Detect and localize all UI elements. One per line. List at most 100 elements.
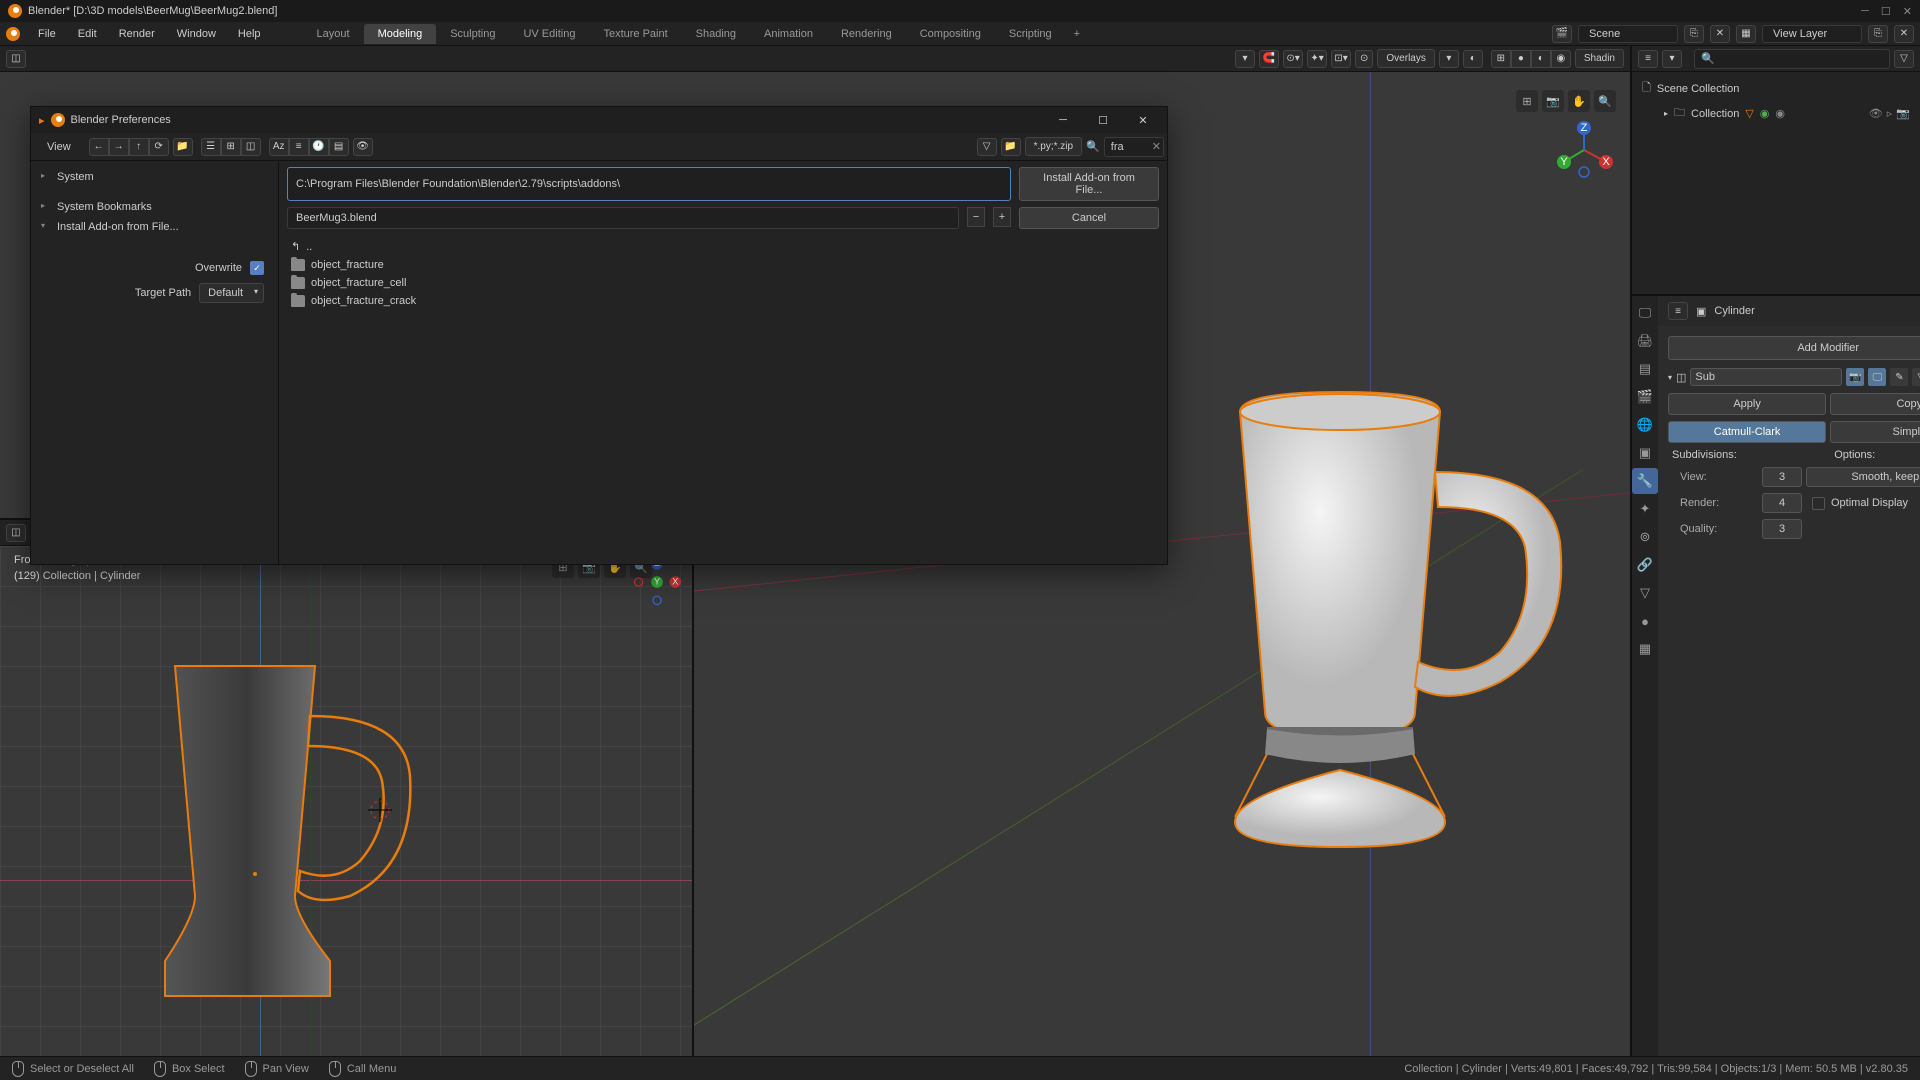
outliner-display-icon[interactable]: ▾ (1662, 50, 1682, 68)
tab-uv[interactable]: UV Editing (509, 24, 589, 44)
chevron-down-icon[interactable]: ▾ (1668, 373, 1672, 382)
render-icon[interactable]: 📷 (1896, 107, 1910, 120)
fd-display-grid-icon[interactable]: ⊞ (221, 138, 241, 156)
scene-icon[interactable]: 🎬 (1552, 25, 1572, 43)
fd-tree-system[interactable]: System (37, 167, 272, 187)
prop-tab-physics[interactable]: ⊚ (1632, 524, 1658, 550)
maximize-button[interactable]: ☐ (1881, 5, 1891, 18)
menu-help[interactable]: Help (228, 25, 271, 43)
menu-window[interactable]: Window (167, 25, 226, 43)
prop-tab-scene[interactable]: 🎬 (1632, 384, 1658, 410)
tab-scripting[interactable]: Scripting (995, 24, 1066, 44)
fd-tree-install[interactable]: Install Add-on from File... (37, 217, 272, 237)
overwrite-checkbox[interactable]: ✓ (250, 261, 264, 275)
prop-tab-mesh[interactable]: ▽ (1632, 580, 1658, 606)
simple-button[interactable]: Simple (1830, 421, 1920, 443)
quality-value[interactable]: 3 (1762, 519, 1802, 539)
render-value[interactable]: 4 (1762, 493, 1802, 513)
fd-sort-ext-icon[interactable]: ≡ (289, 138, 309, 156)
vp-overlays-icon[interactable]: ⊙ (1355, 50, 1373, 68)
fd-file-item[interactable]: object_fracture_cell (287, 274, 1159, 292)
add-modifier-button[interactable]: Add Modifier (1668, 336, 1920, 360)
outliner-scene-collection[interactable]: 🗋 Scene Collection (1636, 76, 1916, 101)
fd-tree-bookmarks[interactable]: System Bookmarks (37, 197, 272, 217)
outliner-search[interactable] (1694, 49, 1890, 69)
mod-editmode-icon[interactable]: ✎ (1890, 368, 1908, 386)
shading-material-icon[interactable]: ◐ (1531, 50, 1551, 68)
fd-file-item[interactable]: object_fracture (287, 256, 1159, 274)
vp-selectability-icon[interactable]: ▾ (1235, 50, 1255, 68)
fd-filter-toggle-icon[interactable]: ▽ (977, 138, 997, 156)
shading-rendered-icon[interactable]: ◉ (1551, 50, 1571, 68)
clear-search-icon[interactable]: ✕ (1152, 140, 1161, 153)
scene-delete-button[interactable]: ✕ (1710, 25, 1730, 43)
prop-tab-material[interactable]: ● (1632, 608, 1658, 634)
tab-compositing[interactable]: Compositing (906, 24, 995, 44)
prop-tab-particles[interactable]: ✦ (1632, 496, 1658, 522)
prop-tab-object[interactable]: ▣ (1632, 440, 1658, 466)
fd-showhidden-icon[interactable]: 👁 (353, 138, 373, 156)
tab-rendering[interactable]: Rendering (827, 24, 906, 44)
fd-file-parent[interactable]: ↰.. (287, 237, 1159, 256)
fd-forward-icon[interactable]: → (109, 138, 129, 156)
visibility-icon[interactable]: 👁 (1869, 107, 1883, 120)
navigation-gizmo[interactable]: X Y Z (1554, 120, 1614, 180)
tab-shading[interactable]: Shading (682, 24, 750, 44)
close-button[interactable]: ✕ (1903, 5, 1912, 18)
dialog-maximize-button[interactable]: ☐ (1083, 109, 1123, 131)
vp-overlays-dropdown-icon[interactable]: ▾ (1439, 50, 1459, 68)
fd-refresh-icon[interactable]: ⟳ (149, 138, 169, 156)
fd-display-thumb-icon[interactable]: ◫ (241, 138, 261, 156)
copy-button[interactable]: Copy (1830, 393, 1920, 415)
tab-texture[interactable]: Texture Paint (589, 24, 681, 44)
fd-filter-folder-icon[interactable]: 📁 (1001, 138, 1021, 156)
scene-name-input[interactable] (1578, 25, 1678, 43)
cancel-button[interactable]: Cancel (1019, 207, 1159, 229)
fd-sort-size-icon[interactable]: ▤ (329, 138, 349, 156)
tab-modeling[interactable]: Modeling (364, 24, 437, 44)
mod-cage-icon[interactable]: ▽ (1912, 368, 1920, 386)
viewport-small-canvas[interactable]: Front Orthographic (129) Collection | Cy… (0, 546, 692, 1056)
viewlayer-icon[interactable]: ▦ (1736, 25, 1756, 43)
fd-filter-ext[interactable]: *.py;*.zip (1025, 137, 1082, 156)
vp-pivot-icon[interactable]: ⊙▾ (1283, 50, 1303, 68)
vp-overlays-label[interactable]: Overlays (1377, 49, 1434, 68)
prop-tab-constraints[interactable]: 🔗 (1632, 552, 1658, 578)
fd-newfolder-icon[interactable]: 📁 (173, 138, 193, 156)
vp-gizmo-icon[interactable]: ✦▾ (1307, 50, 1327, 68)
dialog-minimize-button[interactable]: ─ (1043, 109, 1083, 131)
uv-smooth-dropdown[interactable]: Smooth, keep cor..▾ (1806, 467, 1920, 487)
vp-xray-icon[interactable]: ◐ (1463, 50, 1483, 68)
selectable-icon[interactable]: ▹ (1887, 107, 1893, 120)
nav-pan-icon[interactable]: ✋ (1568, 90, 1590, 112)
target-path-dropdown[interactable]: Default (199, 283, 264, 303)
fd-sort-alpha-icon[interactable]: Aᴢ (269, 138, 289, 156)
outliner-filter-icon[interactable]: ▽ (1894, 50, 1914, 68)
prop-tab-output[interactable]: 🖨 (1632, 328, 1658, 354)
shading-solid-icon[interactable]: ● (1511, 50, 1531, 68)
tab-layout[interactable]: Layout (303, 24, 364, 44)
menu-render[interactable]: Render (109, 25, 165, 43)
prop-tab-modifiers[interactable]: 🔧 (1632, 468, 1658, 494)
prop-tab-render[interactable]: 🖵 (1632, 300, 1658, 326)
fd-up-icon[interactable]: ↑ (129, 138, 149, 156)
fd-file-item[interactable]: object_fracture_crack (287, 292, 1159, 310)
view-value[interactable]: 3 (1762, 467, 1802, 487)
add-workspace-button[interactable]: + (1066, 24, 1088, 44)
vp-snap-icon[interactable]: 🧲 (1259, 50, 1279, 68)
optimal-display-checkbox[interactable] (1812, 497, 1825, 510)
minimize-button[interactable]: ─ (1861, 5, 1869, 18)
prop-tab-texture[interactable]: ▦ (1632, 636, 1658, 662)
outliner-collection[interactable]: ▸ 🗀 Collection ▽ ◉ ◉ 👁 ▹ 📷 (1636, 101, 1916, 126)
catmull-clark-button[interactable]: Catmull-Clark (1668, 421, 1826, 443)
modifier-name-input[interactable] (1690, 368, 1842, 386)
vp2-editor-icon[interactable]: ◫ (6, 524, 26, 542)
nav-grid-icon[interactable]: ⊞ (1516, 90, 1538, 112)
prop-context-icon[interactable]: ≡ (1668, 302, 1688, 320)
shading-wireframe-icon[interactable]: ⊞ (1491, 50, 1511, 68)
dialog-close-button[interactable]: ✕ (1123, 109, 1163, 131)
viewlayer-copy-button[interactable]: ⎘ (1868, 25, 1888, 43)
viewlayer-delete-button[interactable]: ✕ (1894, 25, 1914, 43)
tab-animation[interactable]: Animation (750, 24, 827, 44)
fd-sort-time-icon[interactable]: 🕐 (309, 138, 329, 156)
